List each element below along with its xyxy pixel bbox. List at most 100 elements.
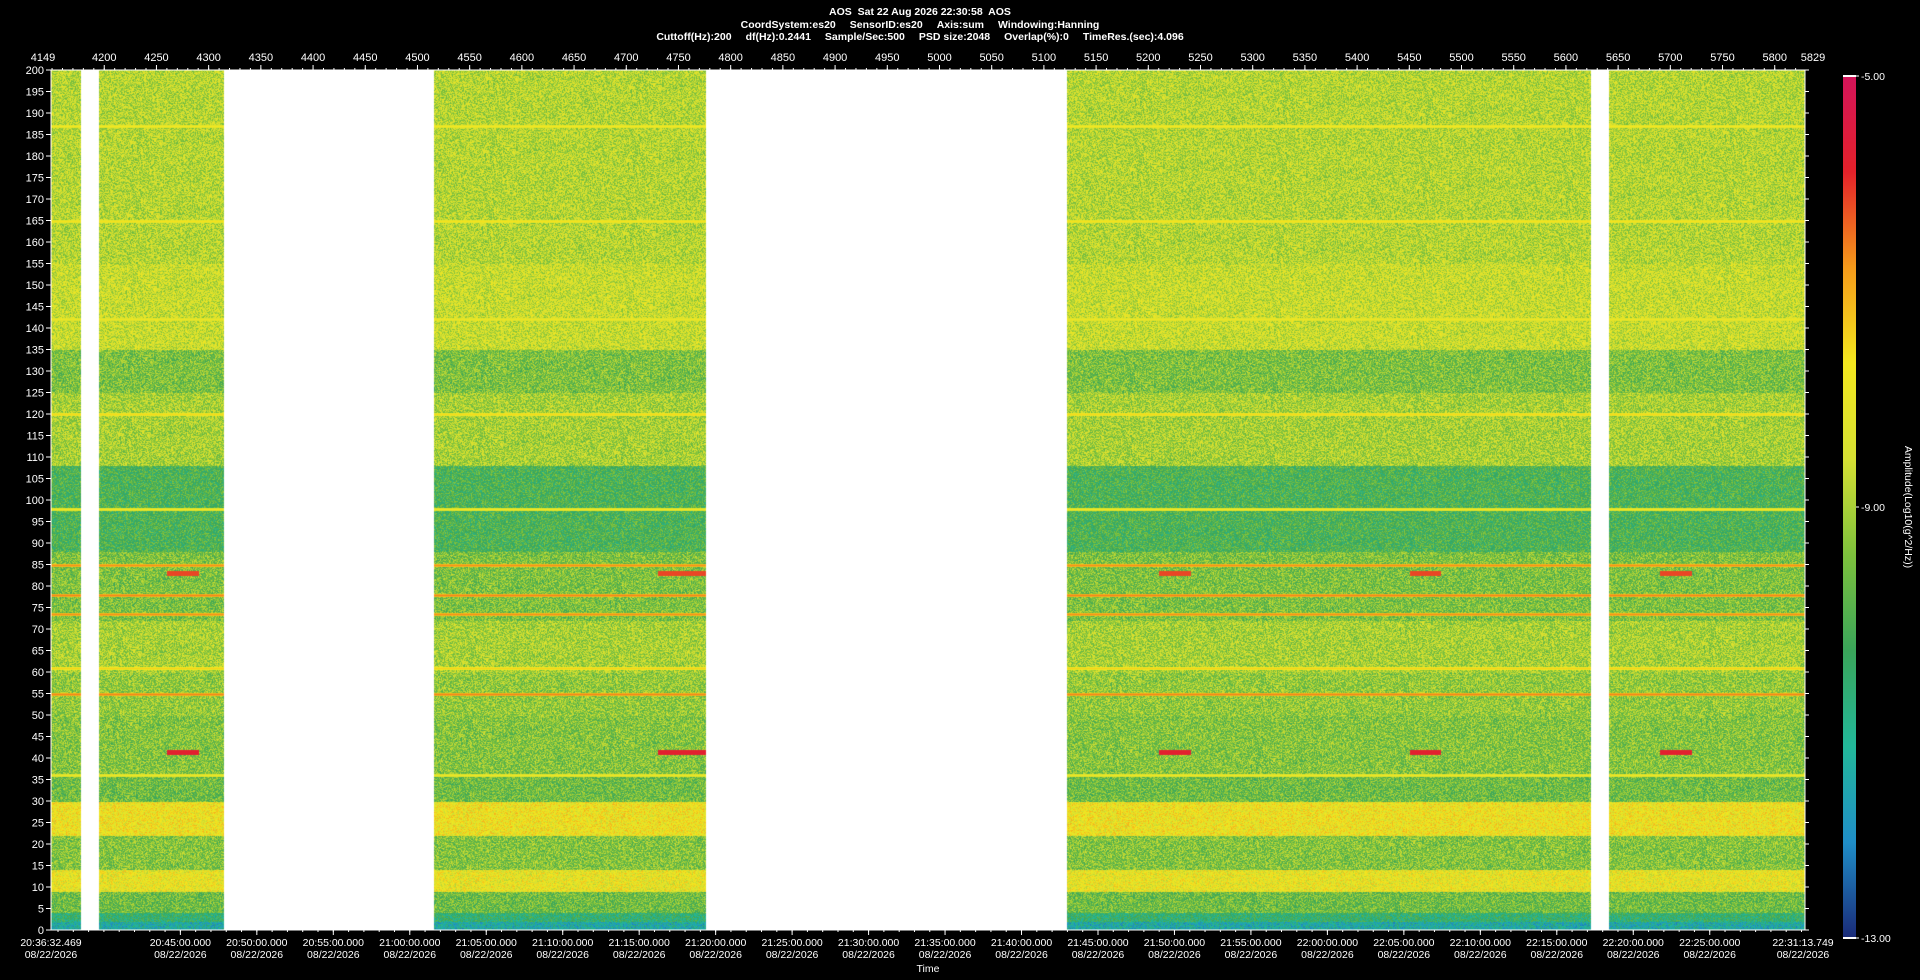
top-tick-label: 4250 — [144, 52, 168, 64]
time-tick-label: 21:20:00.000 — [685, 937, 746, 949]
time-tick-date: 08/22/2026 — [383, 949, 436, 961]
y-tick-label: 150 — [26, 280, 44, 292]
top-tick-label: 5500 — [1449, 52, 1473, 64]
time-tick-date: 08/22/2026 — [1454, 949, 1507, 961]
time-tick-date: 08/22/2026 — [1607, 949, 1660, 961]
top-tick-label: 5100 — [1032, 52, 1056, 64]
top-tick-label: 4350 — [249, 52, 273, 64]
y-tick-label: 90 — [32, 538, 44, 550]
top-tick-label: 4850 — [771, 52, 795, 64]
time-tick-label: 21:25:00.000 — [761, 937, 822, 949]
time-tick-date: 08/22/2026 — [766, 949, 819, 961]
y-tick-label: 75 — [32, 603, 44, 615]
time-tick-label: 21:10:00.000 — [532, 937, 593, 949]
y-tick-label: 45 — [32, 732, 44, 744]
top-tick-label: 5700 — [1658, 52, 1682, 64]
time-tick-label: 21:55:00.000 — [1220, 937, 1281, 949]
y-tick-label: 5 — [38, 904, 44, 916]
colorbar-tick-label: -13.00 — [1861, 933, 1891, 945]
top-tick-label: 5250 — [1188, 52, 1212, 64]
y-tick-label: 105 — [26, 474, 44, 486]
time-tick-date: 08/22/2026 — [613, 949, 666, 961]
time-start-date: 08/22/2026 — [25, 949, 78, 961]
y-tick-label: 110 — [26, 452, 44, 464]
time-tick-date: 08/22/2026 — [1683, 949, 1736, 961]
colorbar-tick-label: -5.00 — [1861, 71, 1885, 83]
top-tick-label: 4700 — [614, 52, 638, 64]
top-tick-label: 5150 — [1084, 52, 1108, 64]
top-tick-label: 4200 — [92, 52, 116, 64]
y-tick-label: 200 — [26, 65, 44, 77]
y-tick-label: 25 — [32, 818, 44, 830]
top-tick-label: 4600 — [510, 52, 534, 64]
time-tick-date: 08/22/2026 — [1225, 949, 1278, 961]
colorbar-tick-label: -9.00 — [1861, 502, 1885, 514]
top-tick-label: 4900 — [823, 52, 847, 64]
top-tick-label: 4650 — [562, 52, 586, 64]
time-tick-label: 21:05:00.000 — [456, 937, 517, 949]
time-tick-label: 22:00:00.000 — [1297, 937, 1358, 949]
top-tick-label: 5400 — [1345, 52, 1369, 64]
top-axis-end-label: 5829 — [1801, 52, 1825, 64]
y-tick-label: 35 — [32, 775, 44, 787]
y-tick-label: 115 — [26, 431, 44, 443]
y-tick-label: 0 — [38, 925, 44, 937]
time-tick-label: 21:00:00.000 — [379, 937, 440, 949]
top-tick-label: 5200 — [1136, 52, 1160, 64]
y-tick-label: 180 — [26, 151, 44, 163]
top-tick-label: 4500 — [405, 52, 429, 64]
time-tick-date: 08/22/2026 — [689, 949, 742, 961]
time-tick-date: 08/22/2026 — [154, 949, 207, 961]
y-tick-label: 135 — [26, 345, 44, 357]
time-start-label: 20:36:32.469 — [20, 937, 81, 949]
y-tick-label: 60 — [32, 667, 44, 679]
time-tick-date: 08/22/2026 — [231, 949, 284, 961]
top-tick-label: 5450 — [1397, 52, 1421, 64]
top-tick-label: 4300 — [196, 52, 220, 64]
time-end-label: 22:31:13.749 — [1772, 937, 1833, 949]
time-tick-label: 20:45:00.000 — [150, 937, 211, 949]
top-tick-label: 5300 — [1240, 52, 1264, 64]
time-tick-date: 08/22/2026 — [1531, 949, 1584, 961]
y-tick-label: 10 — [32, 882, 44, 894]
y-tick-label: 120 — [26, 409, 44, 421]
time-tick-label: 22:10:00.000 — [1450, 937, 1511, 949]
top-tick-label: 5050 — [979, 52, 1003, 64]
y-tick-label: 65 — [32, 646, 44, 658]
time-tick-label: 21:35:00.000 — [914, 937, 975, 949]
y-tick-label: 155 — [26, 259, 44, 271]
top-tick-label: 4750 — [666, 52, 690, 64]
time-tick-date: 08/22/2026 — [1148, 949, 1201, 961]
y-tick-label: 70 — [32, 624, 44, 636]
y-tick-label: 170 — [26, 194, 44, 206]
y-tick-label: 80 — [32, 581, 44, 593]
top-tick-label: 4400 — [301, 52, 325, 64]
top-tick-label: 5000 — [927, 52, 951, 64]
y-tick-label: 50 — [32, 710, 44, 722]
colorbar — [1843, 76, 1856, 938]
time-tick-date: 08/22/2026 — [1301, 949, 1354, 961]
time-tick-date: 08/22/2026 — [842, 949, 895, 961]
time-tick-label: 20:55:00.000 — [303, 937, 364, 949]
top-tick-label: 5750 — [1710, 52, 1734, 64]
time-end-date: 08/22/2026 — [1777, 949, 1830, 961]
time-tick-label: 22:25:00.000 — [1679, 937, 1740, 949]
top-tick-label: 4950 — [875, 52, 899, 64]
y-tick-label: 125 — [26, 388, 44, 400]
y-tick-label: 160 — [26, 237, 44, 249]
top-tick-label: 5350 — [1293, 52, 1317, 64]
colorbar-label: Amplitude(Log10(g^2/Hz)) — [1902, 446, 1914, 568]
time-tick-label: 21:15:00.000 — [609, 937, 670, 949]
time-tick-date: 08/22/2026 — [536, 949, 589, 961]
x-axis-label: Time — [917, 963, 940, 975]
time-tick-date: 08/22/2026 — [1072, 949, 1125, 961]
top-tick-label: 5550 — [1501, 52, 1525, 64]
y-tick-label: 15 — [32, 861, 44, 873]
y-tick-label: 85 — [32, 560, 44, 572]
time-tick-label: 21:40:00.000 — [991, 937, 1052, 949]
y-tick-label: 30 — [32, 796, 44, 808]
time-tick-label: 21:45:00.000 — [1067, 937, 1128, 949]
top-tick-label: 4450 — [353, 52, 377, 64]
y-tick-label: 165 — [26, 216, 44, 228]
time-tick-date: 08/22/2026 — [1378, 949, 1431, 961]
